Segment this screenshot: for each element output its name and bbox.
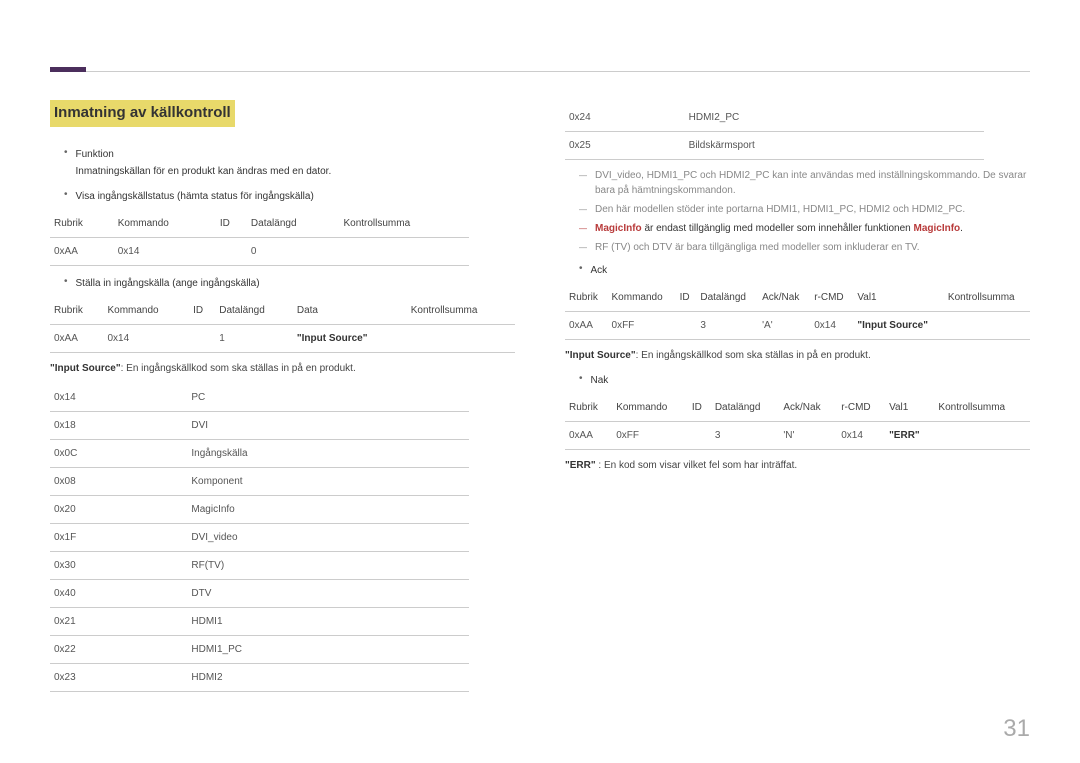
desc-err: "ERR" : En kod som visar vilket fel som … <box>565 458 1030 473</box>
note-model: Den här modellen stöder inte portarna HD… <box>579 202 1030 217</box>
table-view-status: RubrikKommando IDDatalängd Kontrollsumma… <box>50 210 469 266</box>
table-nak: RubrikKommando IDDatalängd Ack/Nakr-CMD … <box>565 394 1030 450</box>
right-column: 0x24HDMI2_PC 0x25Bildskärmsport DVI_vide… <box>565 100 1030 700</box>
bullet-funktion: Funktion Inmatningskällan för en produkt… <box>64 145 515 181</box>
table-codes: 0x14PC 0x18DVI 0x0CIngångskälla 0x08Komp… <box>50 384 469 692</box>
desc-input-source: "Input Source": En ingångskällkod som sk… <box>50 361 515 376</box>
section-title: Inmatning av källkontroll <box>50 100 235 127</box>
note-dvi: DVI_video, HDMI1_PC och HDMI2_PC kan int… <box>579 168 1030 198</box>
bullet-visa: Visa ingångskällstatus (hämta status för… <box>64 187 515 206</box>
bullet-set: Ställa in ingångskälla (ange ingångskäll… <box>64 274 515 293</box>
note-rf: RF (TV) och DTV är bara tillgängliga med… <box>579 240 1030 255</box>
bullet-ack: Ack <box>579 261 1030 280</box>
table-codes-cont: 0x24HDMI2_PC 0x25Bildskärmsport <box>565 104 984 160</box>
left-column: Inmatning av källkontroll Funktion Inmat… <box>50 100 515 700</box>
bullet-nak: Nak <box>579 371 1030 390</box>
table-ack: RubrikKommando IDDatalängd Ack/Nakr-CMD … <box>565 284 1030 340</box>
header-rule <box>50 40 1030 72</box>
desc-input-source-2: "Input Source": En ingångskällkod som sk… <box>565 348 1030 363</box>
table-set-source: RubrikKommando IDDatalängd DataKontrolls… <box>50 297 515 353</box>
note-magicinfo: MagicInfo är endast tillgänglig med mode… <box>579 221 1030 236</box>
page-number: 31 <box>1003 715 1030 743</box>
